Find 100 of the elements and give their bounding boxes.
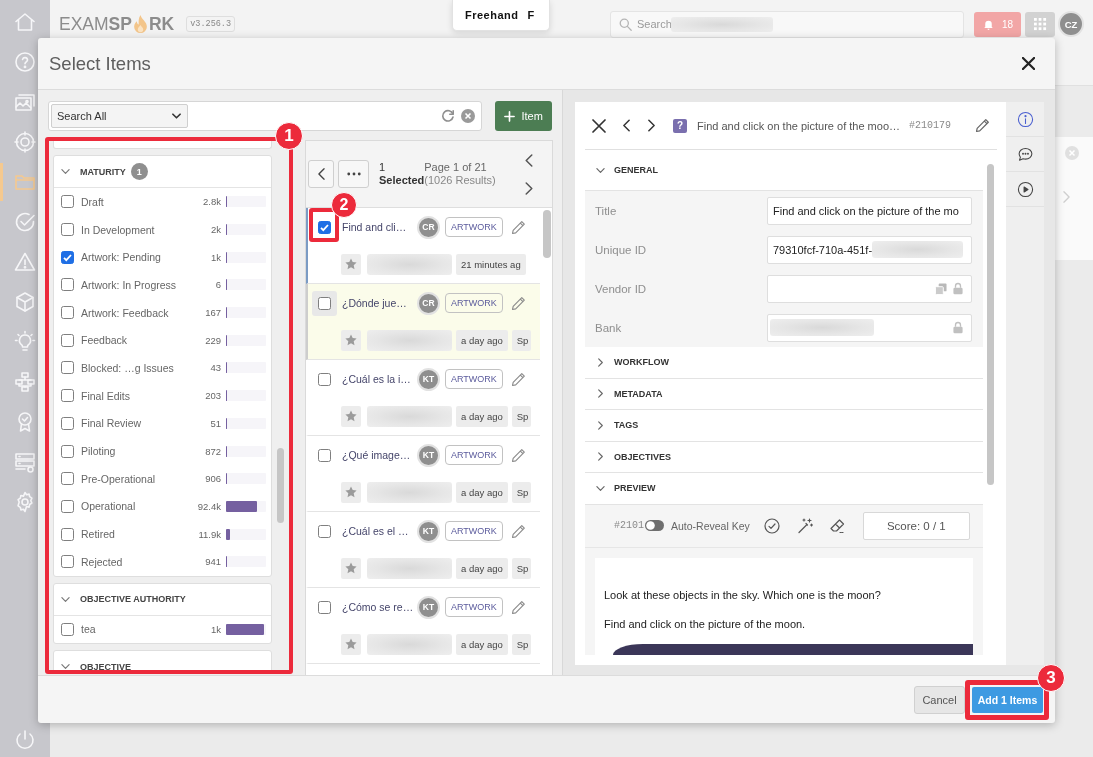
type-tag: ARTWORK bbox=[445, 445, 503, 465]
option-label: Final Edits bbox=[81, 389, 131, 402]
checkbox[interactable] bbox=[318, 220, 331, 234]
option-label: Retired bbox=[81, 528, 115, 541]
item-title[interactable]: ¿Qué image… bbox=[342, 449, 415, 461]
field-label: Bank bbox=[595, 321, 623, 334]
filter-section-title[interactable]: OBJECTIVE AUTHORITY bbox=[80, 594, 186, 605]
section-title[interactable]: TAGS bbox=[614, 420, 639, 431]
scrollbar-thumb[interactable] bbox=[543, 210, 551, 258]
checkbox[interactable] bbox=[61, 250, 74, 264]
chevron-down-icon[interactable] bbox=[61, 594, 70, 604]
pencil-icon[interactable] bbox=[510, 219, 526, 235]
section-title[interactable]: WORKFLOW bbox=[614, 357, 669, 368]
text-field[interactable]: Find and click on the picture of the mo bbox=[767, 196, 972, 225]
type-tag: ARTWORK bbox=[445, 369, 503, 389]
section-title[interactable]: METADATA bbox=[614, 388, 663, 399]
text-field[interactable] bbox=[767, 313, 972, 342]
close-icon[interactable] bbox=[1022, 57, 1035, 70]
scope-dropdown[interactable]: Search All bbox=[51, 104, 188, 128]
checkbox[interactable] bbox=[61, 499, 74, 513]
pencil-icon[interactable] bbox=[510, 295, 526, 311]
text-field[interactable]: 79310fcf-710a-451f- bbox=[767, 235, 972, 264]
toggle-switch[interactable] bbox=[645, 520, 664, 531]
search-field[interactable]: Search bbox=[610, 10, 964, 38]
section-title[interactable]: PREVIEW bbox=[614, 483, 656, 494]
dots-icon bbox=[346, 172, 361, 176]
checkbox[interactable] bbox=[61, 416, 74, 430]
option-label: Artwork: Feedback bbox=[81, 306, 169, 319]
checkbox[interactable] bbox=[61, 195, 74, 209]
pencil-icon[interactable] bbox=[510, 371, 526, 387]
scrollbar-thumb[interactable] bbox=[987, 164, 994, 485]
eraser-icon[interactable] bbox=[828, 517, 845, 534]
checkbox[interactable] bbox=[61, 389, 74, 403]
item-type-icon: ? bbox=[673, 118, 687, 133]
item-title[interactable]: ¿Cómo se re… bbox=[342, 601, 415, 613]
checkbox[interactable] bbox=[61, 306, 74, 320]
pencil-icon[interactable] bbox=[510, 523, 526, 539]
section-title[interactable]: GENERAL bbox=[614, 165, 658, 175]
chevron-down-icon[interactable] bbox=[61, 662, 70, 670]
check-circle-icon[interactable] bbox=[13, 210, 37, 234]
pencil-icon[interactable] bbox=[510, 447, 526, 463]
checkbox[interactable] bbox=[61, 278, 74, 292]
checkbox[interactable] bbox=[318, 524, 331, 538]
chevron-right-icon[interactable] bbox=[596, 452, 605, 462]
checkbox[interactable] bbox=[61, 223, 74, 237]
pencil-icon[interactable] bbox=[510, 599, 526, 615]
item-title[interactable]: ¿Cuál es la i… bbox=[342, 373, 415, 385]
scrollbar-thumb[interactable] bbox=[277, 448, 284, 523]
option-label: Feedback bbox=[81, 334, 128, 347]
filter-section-title[interactable]: MATURITY bbox=[80, 166, 126, 177]
chevron-left-icon[interactable] bbox=[525, 153, 533, 167]
chevron-right-icon[interactable] bbox=[596, 357, 605, 367]
type-tag: ARTWORK bbox=[445, 521, 503, 541]
item-title[interactable]: Find and cli… bbox=[342, 221, 415, 233]
checkbox[interactable] bbox=[61, 622, 74, 636]
chevron-right-icon[interactable] bbox=[596, 389, 605, 399]
filter-section-title[interactable]: OBJECTIVE bbox=[80, 661, 131, 670]
more-button[interactable] bbox=[338, 160, 369, 188]
refresh-icon[interactable] bbox=[441, 109, 456, 123]
chevron-left-icon bbox=[317, 168, 325, 180]
option-label: Draft bbox=[81, 195, 104, 208]
type-tag: ARTWORK bbox=[445, 597, 503, 617]
checkbox[interactable] bbox=[61, 333, 74, 347]
author-avatar: KT bbox=[417, 519, 440, 543]
checkbox[interactable] bbox=[61, 527, 74, 541]
checkbox[interactable] bbox=[318, 448, 331, 462]
search-input[interactable]: Search bbox=[637, 18, 671, 30]
chevron-right-icon[interactable] bbox=[596, 420, 605, 430]
truncated-label: Sp bbox=[511, 634, 532, 655]
back-button[interactable] bbox=[308, 160, 334, 188]
checkbox[interactable] bbox=[318, 296, 331, 310]
item-row[interactable]: ¿Dónde jue… CR ARTWORK a day ago Sp bbox=[306, 284, 540, 360]
close-icon[interactable] bbox=[592, 118, 606, 133]
chevron-down-icon[interactable] bbox=[596, 165, 605, 175]
info-icon[interactable] bbox=[1016, 110, 1034, 128]
chevron-down-icon[interactable] bbox=[61, 167, 70, 176]
magic-wand-icon[interactable] bbox=[796, 517, 813, 534]
chevron-right-icon[interactable] bbox=[525, 181, 533, 195]
checkbox[interactable] bbox=[61, 472, 74, 486]
add-item-button[interactable]: Item bbox=[495, 101, 552, 131]
play-icon[interactable] bbox=[1016, 180, 1034, 198]
comment-icon[interactable] bbox=[1016, 145, 1034, 163]
chevron-left-icon[interactable] bbox=[623, 119, 630, 132]
item-title[interactable]: ¿Dónde jue… bbox=[342, 297, 415, 309]
timestamp: a day ago bbox=[456, 634, 508, 655]
chevron-down-icon[interactable] bbox=[596, 483, 605, 493]
author-avatar: KT bbox=[417, 595, 440, 619]
chevron-right-icon[interactable] bbox=[648, 119, 655, 132]
section-title[interactable]: OBJECTIVES bbox=[614, 451, 671, 462]
checkbox[interactable] bbox=[318, 600, 331, 614]
text-field[interactable] bbox=[767, 274, 972, 303]
item-title[interactable]: ¿Cuál es el … bbox=[342, 525, 415, 537]
check-circle-icon[interactable] bbox=[763, 517, 780, 534]
clear-icon[interactable] bbox=[461, 109, 476, 123]
checkbox[interactable] bbox=[61, 444, 74, 458]
checkbox[interactable] bbox=[318, 372, 331, 386]
cancel-button[interactable]: Cancel bbox=[914, 685, 965, 714]
checkbox[interactable] bbox=[61, 555, 74, 569]
pencil-icon[interactable] bbox=[975, 118, 990, 133]
checkbox[interactable] bbox=[61, 361, 74, 375]
